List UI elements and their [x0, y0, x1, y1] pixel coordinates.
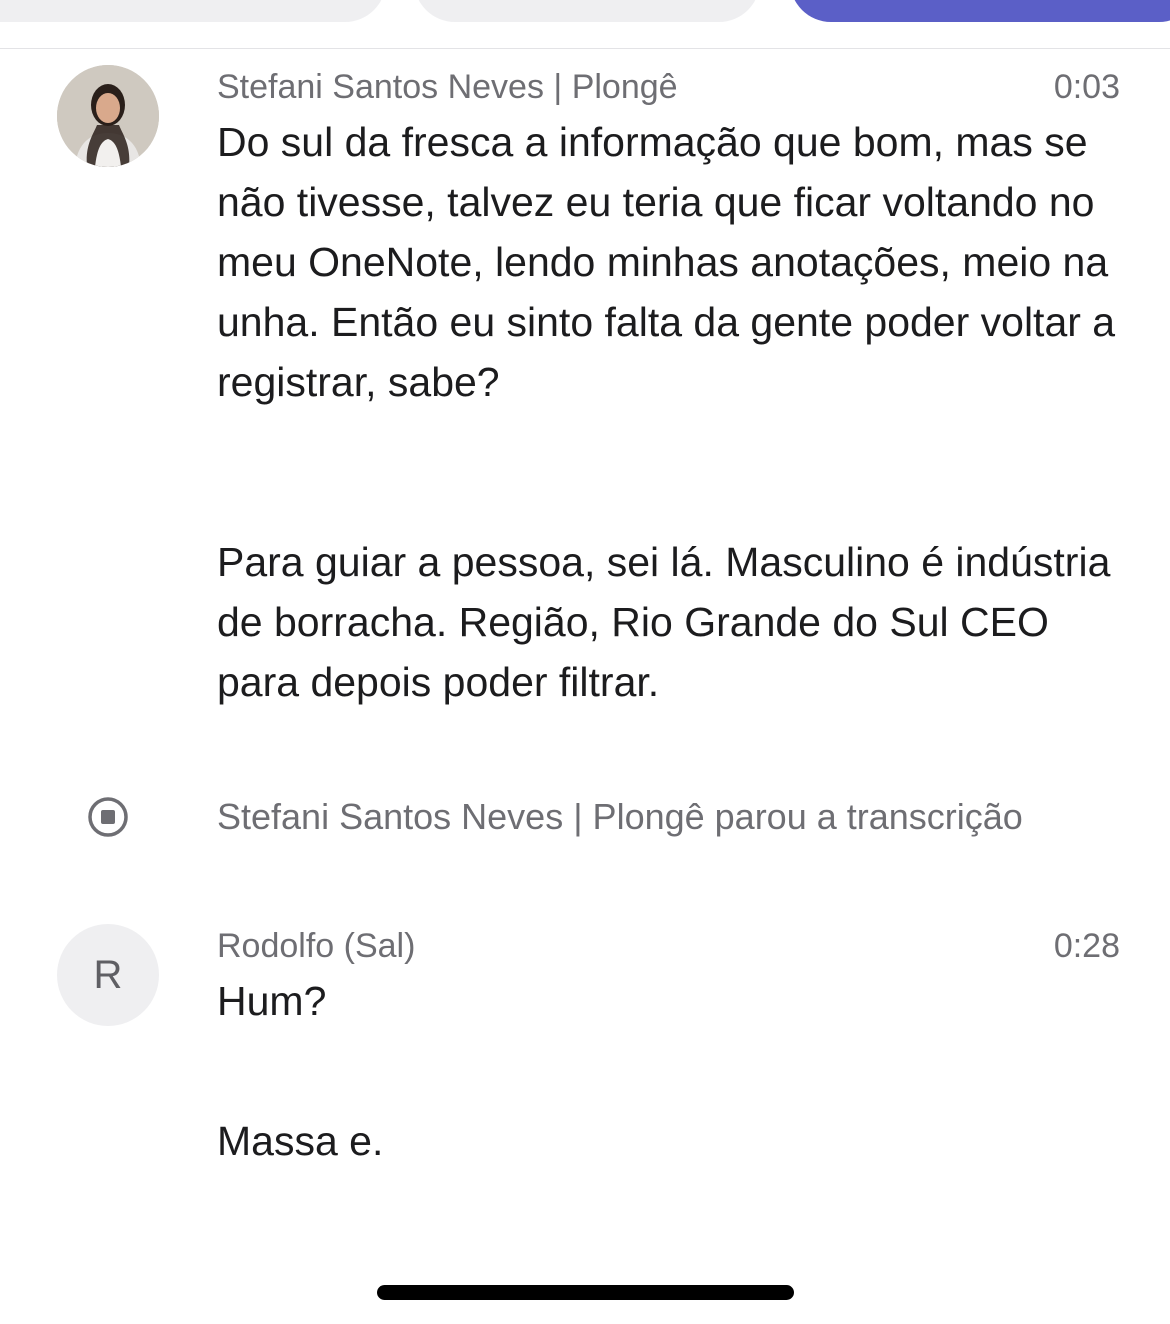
message-paragraph: Para guiar a pessoa, sei lá. Masculino é… — [217, 539, 1111, 705]
home-indicator[interactable] — [377, 1285, 794, 1300]
avatar-stefani[interactable] — [57, 65, 159, 167]
transcription-stopped-event: Stefani Santos Neves | Plongê parou a tr… — [217, 796, 1023, 837]
person-photo-icon — [57, 65, 159, 167]
top-tab-bar — [0, 0, 1170, 49]
stop-circle-icon — [88, 797, 128, 837]
avatar-initial: R — [93, 952, 123, 997]
avatar-rodolfo[interactable]: R — [57, 924, 159, 1026]
message-timestamp: 0:03 — [1053, 68, 1120, 106]
message-paragraph: Do sul da fresca a informação que bom, m… — [217, 119, 1116, 405]
top-tab-button-1[interactable] — [0, 0, 386, 22]
message-timestamp: 0:28 — [1053, 927, 1120, 965]
top-tab-button-2[interactable] — [414, 0, 760, 22]
top-tab-button-primary[interactable] — [790, 0, 1170, 22]
message-sender: Stefani Santos Neves | Plongê — [217, 68, 678, 106]
message-paragraph: Massa e. — [217, 1118, 384, 1164]
message-paragraph: Hum? — [217, 978, 327, 1024]
message-sender: Rodolfo (Sal) — [217, 927, 416, 965]
